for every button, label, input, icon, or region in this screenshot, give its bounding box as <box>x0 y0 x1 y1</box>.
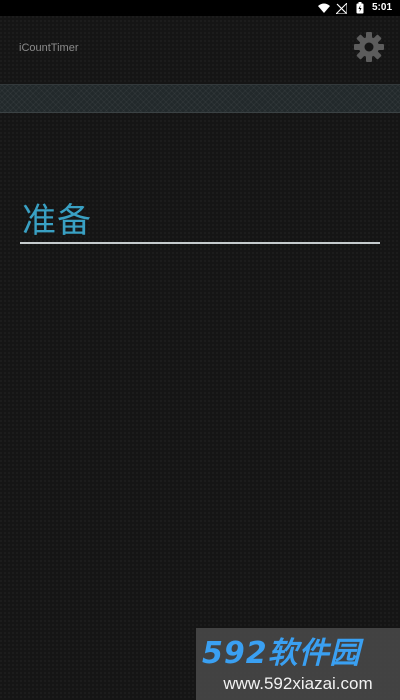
battery-icon <box>354 2 366 14</box>
settings-button[interactable] <box>352 30 386 64</box>
status-bar: 5:01 <box>0 0 400 16</box>
app-title: iCountTimer <box>19 42 79 54</box>
watermark-logo: 592软件园 <box>202 636 361 671</box>
timer-label: 准备 <box>22 201 92 241</box>
signal-off-icon <box>336 2 348 14</box>
watermark-url: www.592xiazai.com <box>223 674 373 693</box>
status-time: 5:01 <box>371 2 392 13</box>
watermark: 592软件园 www.592xiazai.com <box>196 628 400 700</box>
tab-strip <box>0 84 400 113</box>
gear-icon <box>354 32 384 62</box>
action-bar: iCountTimer <box>0 16 400 82</box>
timer-label-field[interactable]: 准备 <box>20 192 380 244</box>
wifi-icon <box>317 2 330 14</box>
